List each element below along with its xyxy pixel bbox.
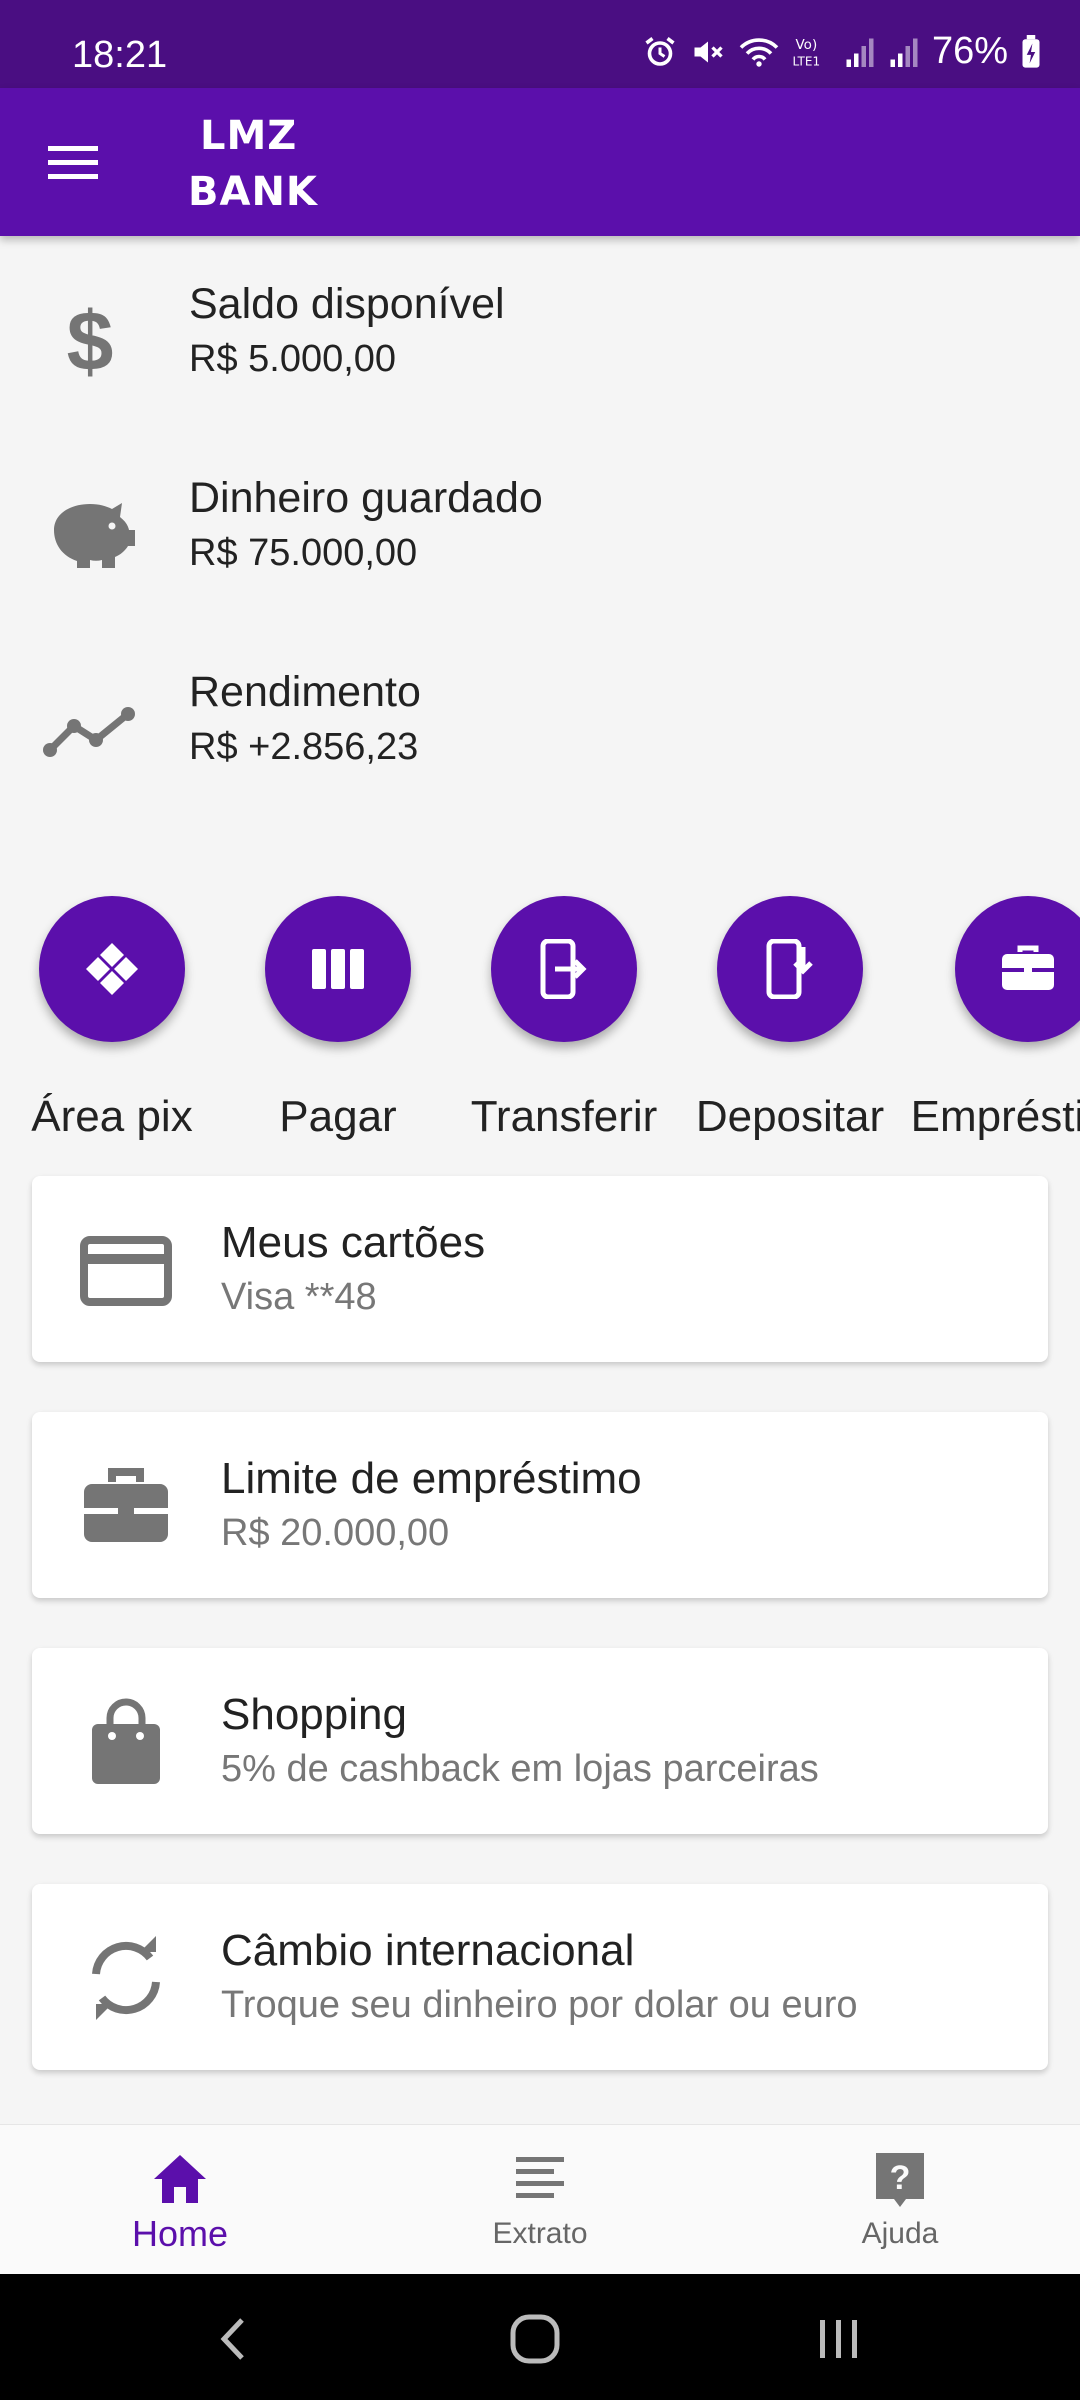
- action-button[interactable]: [717, 896, 863, 1042]
- action-label: Área pix: [31, 1092, 193, 1141]
- action-label: Depositar: [695, 1092, 885, 1141]
- shopping-bag-icon: [92, 1698, 160, 1784]
- alarm-icon: [645, 36, 675, 66]
- battery-charging-icon: [1022, 34, 1040, 68]
- action-button[interactable]: [955, 896, 1080, 1042]
- action-button[interactable]: [491, 896, 637, 1042]
- summary-title: Saldo disponível: [189, 280, 505, 328]
- action-loan[interactable]: Empréstimo: [911, 896, 1080, 1156]
- summary-title: Rendimento: [189, 668, 421, 716]
- dollar-icon: $: [67, 294, 114, 388]
- card-my-cards[interactable]: Meus cartões Visa **48: [32, 1176, 1048, 1362]
- card-subtitle: Troque seu dinheiro por dolar ou euro: [221, 1984, 858, 2026]
- summary-savings: Dinheiro guardado R$ 75.000,00: [0, 464, 1080, 624]
- deposit-icon: [766, 939, 813, 999]
- action-label: Empréstimo: [910, 1092, 1080, 1141]
- system-nav-bar: [0, 2274, 1080, 2400]
- card-exchange[interactable]: Câmbio internacional Troque seu dinheiro…: [32, 1884, 1048, 2070]
- status-bar: 18:21 Vo) LTE1 76%: [0, 0, 1080, 88]
- nav-label: Home: [131, 2213, 229, 2254]
- app-bar: LMZ BANK: [0, 88, 1080, 236]
- transfer-icon: [540, 939, 587, 999]
- statement-icon: [516, 2157, 564, 2198]
- battery-percent: 76%: [931, 30, 1008, 72]
- pix-icon: [86, 943, 138, 995]
- card-subtitle: 5% de cashback em lojas parceiras: [221, 1748, 819, 1790]
- card-title: Meus cartões: [221, 1218, 486, 1267]
- summary-value: R$ 75.000,00: [189, 532, 418, 574]
- card-title: Limite de empréstimo: [221, 1454, 642, 1503]
- card-title: Shopping: [221, 1690, 407, 1739]
- svg-text:$: $: [67, 294, 114, 388]
- card-subtitle: R$ 20.000,00: [221, 1512, 450, 1554]
- summary-value: R$ 5.000,00: [189, 338, 397, 380]
- signal-icon: [846, 38, 874, 67]
- nav-statement[interactable]: Extrato: [360, 2125, 720, 2275]
- signal-icon: [890, 38, 918, 67]
- action-label: Pagar: [279, 1092, 397, 1141]
- piggy-bank-icon: [54, 503, 135, 568]
- menu-icon[interactable]: [40, 134, 106, 190]
- summary-balance: $ Saldo disponível R$ 5.000,00: [0, 270, 1080, 430]
- card-shopping[interactable]: Shopping 5% de cashback em lojas parceir…: [32, 1648, 1048, 1834]
- recents-icon[interactable]: [804, 2304, 874, 2374]
- nav-help[interactable]: ? Ajuda: [720, 2125, 1080, 2275]
- card-loan-limit[interactable]: Limite de empréstimo R$ 20.000,00: [32, 1412, 1048, 1598]
- action-button[interactable]: [39, 896, 185, 1042]
- brand-line2: BANK: [188, 169, 318, 215]
- action-label: Transferir: [470, 1092, 658, 1141]
- action-transfer[interactable]: Transferir: [454, 896, 674, 1156]
- summary-value: R$ +2.856,23: [189, 726, 419, 768]
- mute-icon: [694, 41, 723, 62]
- home-icon: [154, 2155, 206, 2203]
- barcode-icon: [312, 949, 364, 989]
- help-icon: ?: [876, 2153, 924, 2207]
- exchange-icon: [92, 1936, 160, 2020]
- card-title: Câmbio internacional: [221, 1926, 635, 1975]
- nav-label: Extrato: [492, 2217, 588, 2250]
- brand-line1: LMZ: [200, 113, 298, 159]
- card-subtitle: Visa **48: [221, 1276, 377, 1318]
- svg-text:Vo): Vo): [795, 37, 817, 53]
- quick-actions: Área pix Pagar Transferir Depositar Empr…: [0, 880, 1080, 1160]
- home-button-icon[interactable]: [500, 2304, 570, 2374]
- back-icon[interactable]: [200, 2304, 270, 2374]
- nav-home[interactable]: Home: [0, 2125, 360, 2275]
- brand-logo: LMZ BANK: [188, 108, 318, 220]
- trending-icon: [43, 707, 135, 757]
- summary-title: Dinheiro guardado: [189, 474, 543, 522]
- briefcase-icon: [1002, 945, 1054, 990]
- wifi-icon: [739, 37, 779, 67]
- status-time: 18:21: [72, 34, 168, 76]
- svg-text:?: ?: [890, 2159, 911, 2197]
- action-pay[interactable]: Pagar: [228, 896, 448, 1156]
- action-button[interactable]: [265, 896, 411, 1042]
- summary-yield: Rendimento R$ +2.856,23: [0, 658, 1080, 818]
- status-icons: Vo) LTE1 76%: [642, 30, 1042, 73]
- volte-icon: Vo)LTE1: [792, 37, 820, 69]
- svg-text:LTE1: LTE1: [792, 54, 820, 68]
- action-pix[interactable]: Área pix: [2, 896, 222, 1156]
- action-deposit[interactable]: Depositar: [680, 896, 900, 1156]
- bottom-nav: Home Extrato ? Ajuda: [0, 2124, 1080, 2274]
- credit-card-icon: [80, 1236, 172, 1306]
- briefcase-icon: [84, 1468, 168, 1542]
- nav-label: Ajuda: [861, 2217, 939, 2250]
